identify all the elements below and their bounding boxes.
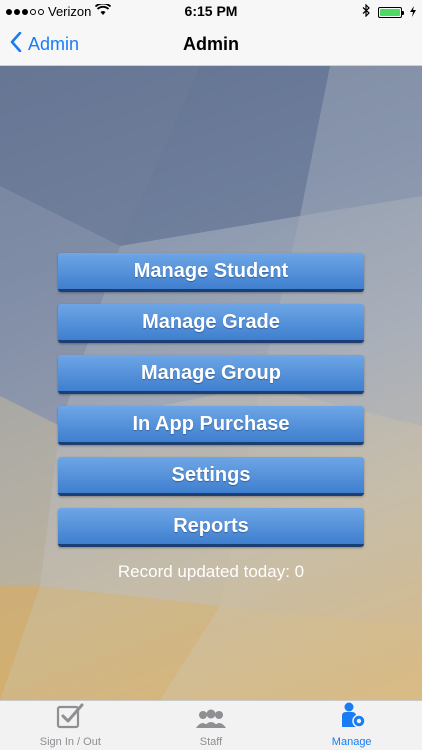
tab-staff[interactable]: Staff	[141, 701, 282, 750]
charging-icon	[410, 5, 416, 20]
admin-menu: Manage Student Manage Grade Manage Group…	[58, 253, 364, 547]
record-status-text: Record updated today: 0	[117, 562, 305, 581]
people-icon	[194, 709, 228, 736]
tab-label: Sign In / Out	[39, 736, 101, 748]
status-bar: Verizon 6:15 PM	[0, 0, 422, 22]
battery-icon	[378, 6, 404, 18]
settings-button[interactable]: Settings	[58, 457, 364, 496]
bluetooth-icon	[362, 3, 370, 20]
page-title: Admin	[183, 34, 239, 54]
manage-grade-button[interactable]: Manage Grade	[58, 304, 364, 343]
tab-label: Staff	[199, 736, 223, 748]
manage-student-button[interactable]: Manage Student	[58, 253, 364, 292]
in-app-purchase-button[interactable]: In App Purchase	[58, 406, 364, 445]
main-content: Manage Student Manage Grade Manage Group…	[0, 66, 422, 700]
checkbox-icon	[56, 703, 84, 736]
manage-person-gear-icon	[338, 701, 366, 736]
reports-button[interactable]: Reports	[58, 508, 364, 547]
tab-bar: Sign In / Out Staff Manage	[0, 700, 422, 750]
navigation-bar: Admin Admin	[0, 22, 422, 66]
manage-group-button[interactable]: Manage Group	[58, 355, 364, 394]
status-time: 6:15 PM	[184, 3, 238, 19]
status-right	[362, 3, 416, 20]
tab-manage[interactable]: Manage	[281, 701, 422, 750]
tab-label: Manage	[331, 736, 372, 748]
tab-sign-in-out[interactable]: Sign In / Out	[0, 701, 141, 750]
